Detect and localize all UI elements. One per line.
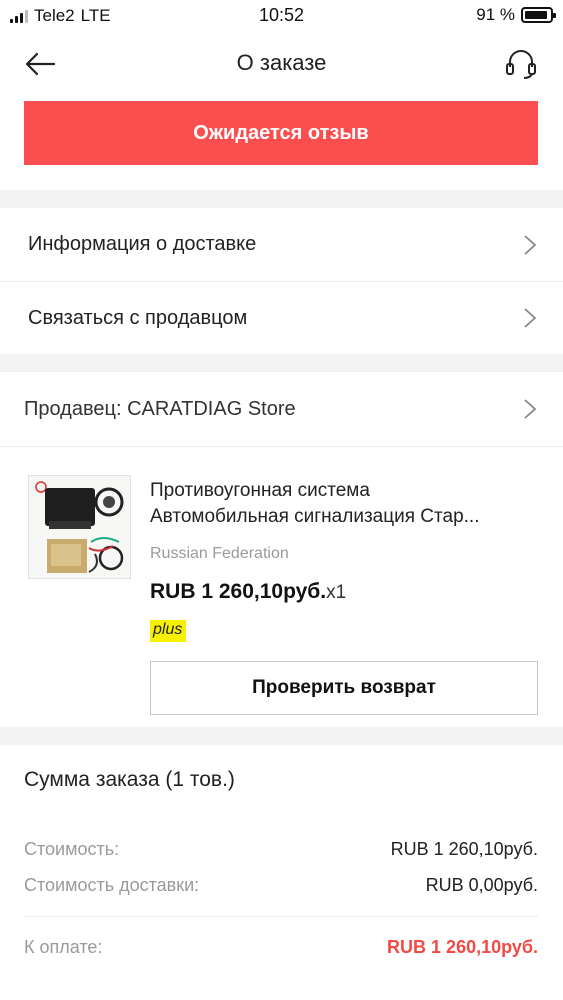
product-title-line1: Противоугонная система: [150, 480, 370, 501]
chevron-right-icon: [524, 308, 537, 328]
order-status-banner: Ожидается отзыв: [24, 101, 538, 165]
product-title-line2: Автомобильная сигнализация Стар...: [150, 506, 480, 527]
product-photo: [29, 476, 130, 578]
total-value: RUB 1 260,10руб.: [387, 937, 538, 957]
page-title: О заказе: [236, 50, 327, 75]
order-summary-title: Сумма заказа (1 тов.): [24, 768, 235, 791]
product-origin: Russian Federation: [150, 545, 289, 562]
row-divider: [0, 446, 563, 447]
headset-icon: [506, 50, 536, 79]
chevron-right-icon: [524, 234, 537, 255]
battery-level: [525, 11, 547, 19]
status-bar: Tele2 LTE 10:52 91 %: [0, 0, 563, 32]
section-divider: [0, 190, 563, 208]
section-divider: [0, 354, 563, 372]
chevron-right-icon: [524, 399, 537, 419]
battery-percent: 91 %: [476, 5, 515, 24]
shipping-value: RUB 0,00руб.: [425, 875, 538, 895]
delivery-info-row[interactable]: Информация о доставке: [0, 208, 563, 281]
section-divider: [0, 727, 563, 745]
product-price: RUB 1 260,10руб.: [150, 580, 327, 603]
total-label: К оплате:: [24, 937, 103, 957]
contact-seller-label: Связаться с продавцом: [28, 306, 248, 329]
plus-badge: plus: [150, 620, 187, 642]
header: О заказе: [0, 36, 563, 92]
status-bar-right: 91 %: [476, 5, 556, 25]
shipping-label: Стоимость доставки:: [24, 875, 200, 895]
product-image[interactable]: [28, 475, 131, 579]
cost-label: Стоимость:: [24, 839, 120, 859]
contact-seller-row[interactable]: Связаться с продавцом: [0, 282, 563, 354]
product-quantity: x1: [326, 582, 347, 603]
seller-row[interactable]: Продавец: CARATDIAG Store: [0, 372, 563, 446]
support-button[interactable]: [503, 48, 539, 80]
delivery-info-label: Информация о доставке: [28, 233, 257, 255]
product-title[interactable]: Противоугонная система Автомобильная сиг…: [150, 478, 545, 530]
summary-divider: [24, 916, 538, 917]
cost-value: RUB 1 260,10руб.: [390, 839, 538, 859]
seller-name: Продавец: CARATDIAG Store: [24, 397, 296, 420]
battery-icon: [521, 7, 556, 23]
check-return-button[interactable]: Проверить возврат: [150, 661, 538, 715]
product-price-line: RUB 1 260,10руб.x1: [150, 580, 346, 604]
